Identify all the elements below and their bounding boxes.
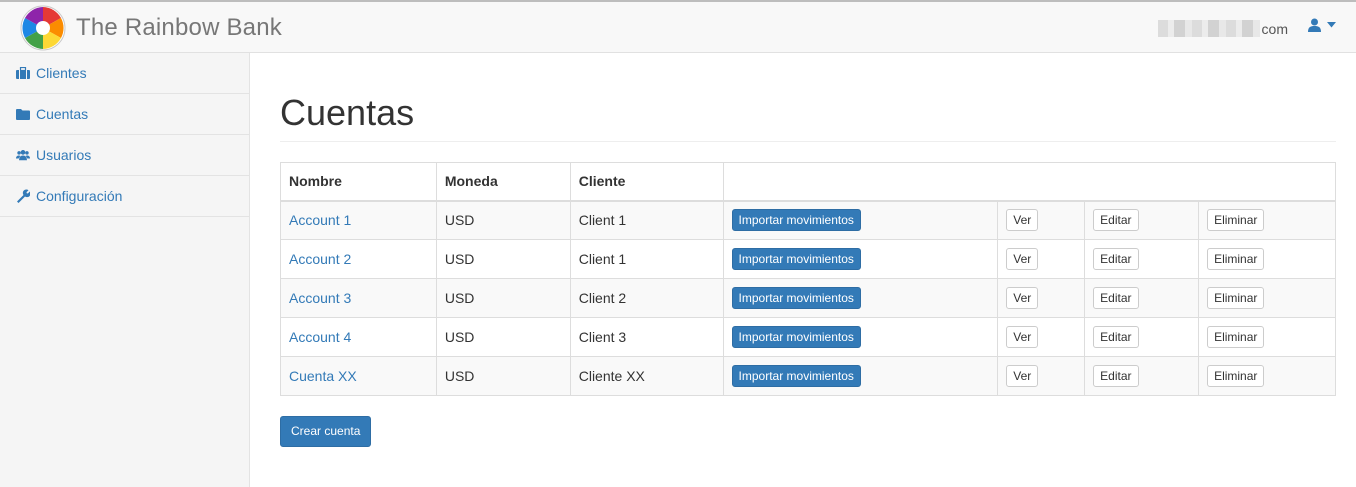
sidebar-item-label: Clientes: [36, 65, 87, 81]
cell-cliente: Client 1: [569, 239, 724, 279]
edit-button[interactable]: Editar: [1093, 248, 1139, 270]
cell-import: Importar movimientos: [722, 356, 999, 396]
brand-name: The Rainbow Bank: [76, 14, 282, 41]
account-link[interactable]: Cuenta XX: [289, 368, 357, 384]
view-button[interactable]: Ver: [1006, 248, 1039, 270]
import-movements-button[interactable]: Importar movimientos: [731, 248, 861, 270]
cell-moneda: USD: [435, 278, 571, 318]
cell-nombre: Account 1: [280, 200, 437, 240]
view-button[interactable]: Ver: [1006, 365, 1039, 387]
user-menu-toggle[interactable]: [1308, 18, 1336, 32]
column-header-nombre: Nombre: [280, 162, 437, 202]
cell-edit: Editar: [1084, 239, 1200, 279]
user-email: com: [1157, 20, 1288, 37]
cell-edit: Editar: [1084, 317, 1200, 357]
import-movements-button[interactable]: Importar movimientos: [731, 209, 861, 232]
table-row: Account 3 USD Client 2 Importar movimien…: [280, 278, 1336, 318]
cell-view: Ver: [997, 317, 1086, 357]
cell-cliente: Client 1: [569, 200, 724, 240]
cell-import: Importar movimientos: [722, 239, 999, 279]
view-button[interactable]: Ver: [1006, 209, 1039, 232]
cell-delete: Eliminar: [1198, 278, 1336, 318]
import-movements-button[interactable]: Importar movimientos: [731, 326, 861, 348]
page-title: Cuentas: [280, 93, 1336, 142]
brand[interactable]: The Rainbow Bank: [20, 4, 282, 52]
account-link[interactable]: Account 1: [289, 212, 351, 228]
view-button[interactable]: Ver: [1006, 287, 1039, 309]
cell-nombre: Cuenta XX: [280, 356, 437, 396]
cell-import: Importar movimientos: [722, 200, 999, 240]
accounts-table: Nombre Moneda Cliente Account 1 USD Clie…: [280, 162, 1337, 396]
cell-cliente: Client 3: [569, 317, 724, 357]
cell-delete: Eliminar: [1198, 239, 1336, 279]
cell-cliente: Cliente XX: [569, 356, 724, 396]
sidebar-item-cuentas[interactable]: Cuentas: [0, 94, 249, 135]
cell-import: Importar movimientos: [722, 278, 999, 318]
sidebar-item-clientes[interactable]: Clientes: [0, 53, 249, 94]
users-icon: [16, 148, 30, 162]
sidebar-item-label: Usuarios: [36, 147, 92, 163]
delete-button[interactable]: Eliminar: [1207, 326, 1265, 348]
cell-view: Ver: [997, 200, 1086, 240]
cell-view: Ver: [997, 278, 1086, 318]
cell-nombre: Account 2: [280, 239, 437, 279]
navbar: The Rainbow Bank com: [0, 0, 1356, 53]
cell-moneda: USD: [435, 356, 571, 396]
cell-edit: Editar: [1084, 278, 1200, 318]
view-button[interactable]: Ver: [1006, 326, 1039, 348]
briefcase-icon: [16, 66, 30, 80]
delete-button[interactable]: Eliminar: [1207, 365, 1265, 387]
cell-cliente: Client 2: [569, 278, 724, 318]
import-movements-button[interactable]: Importar movimientos: [731, 365, 861, 387]
cell-view: Ver: [997, 356, 1086, 396]
column-header-cliente: Cliente: [569, 162, 724, 202]
table-header-row: Nombre Moneda Cliente: [280, 162, 1337, 202]
table-row: Account 1 USD Client 1 Importar movimien…: [280, 200, 1336, 240]
sidebar-item-label: Configuración: [36, 188, 123, 204]
cell-nombre: Account 4: [280, 317, 437, 357]
account-link[interactable]: Account 3: [289, 290, 351, 306]
cell-delete: Eliminar: [1198, 200, 1336, 240]
cell-delete: Eliminar: [1198, 317, 1336, 357]
import-movements-button[interactable]: Importar movimientos: [731, 287, 861, 309]
edit-button[interactable]: Editar: [1093, 287, 1139, 309]
table-row: Account 2 USD Client 1 Importar movimien…: [280, 239, 1336, 279]
user-email-suffix: com: [1261, 20, 1288, 37]
edit-button[interactable]: Editar: [1093, 365, 1139, 387]
table-row: Cuenta XX USD Cliente XX Importar movimi…: [280, 356, 1336, 396]
edit-button[interactable]: Editar: [1093, 326, 1139, 348]
cell-view: Ver: [997, 239, 1086, 279]
folder-icon: [16, 107, 30, 121]
rainbow-logo-icon: [20, 5, 66, 51]
cell-moneda: USD: [435, 317, 571, 357]
cell-import: Importar movimientos: [722, 317, 999, 357]
cell-edit: Editar: [1084, 200, 1200, 240]
sidebar-item-configuracion[interactable]: Configuración: [0, 176, 249, 217]
create-account-button[interactable]: Crear cuenta: [280, 416, 372, 447]
caret-down-icon: [1327, 22, 1336, 28]
cell-nombre: Account 3: [280, 278, 437, 318]
main-content: Cuentas Nombre Moneda Cliente Account 1 …: [280, 53, 1337, 447]
delete-button[interactable]: Eliminar: [1207, 248, 1265, 270]
redacted-email-text: [1157, 20, 1260, 37]
delete-button[interactable]: Eliminar: [1207, 287, 1265, 309]
delete-button[interactable]: Eliminar: [1207, 209, 1265, 232]
account-link[interactable]: Account 2: [289, 251, 351, 267]
sidebar-item-label: Cuentas: [36, 106, 89, 122]
column-header-actions: [722, 162, 1337, 202]
account-link[interactable]: Account 4: [289, 329, 351, 345]
edit-button[interactable]: Editar: [1093, 209, 1139, 232]
cell-moneda: USD: [435, 239, 571, 279]
table-row: Account 4 USD Client 3 Importar movimien…: [280, 317, 1336, 357]
column-header-moneda: Moneda: [435, 162, 571, 202]
sidebar-item-usuarios[interactable]: Usuarios: [0, 135, 249, 176]
cell-edit: Editar: [1084, 356, 1200, 396]
cell-moneda: USD: [435, 200, 571, 240]
cell-delete: Eliminar: [1198, 356, 1336, 396]
sidebar: Clientes Cuentas Usuarios Configuración: [0, 53, 250, 487]
wrench-icon: [16, 189, 30, 203]
user-icon: [1308, 18, 1321, 32]
